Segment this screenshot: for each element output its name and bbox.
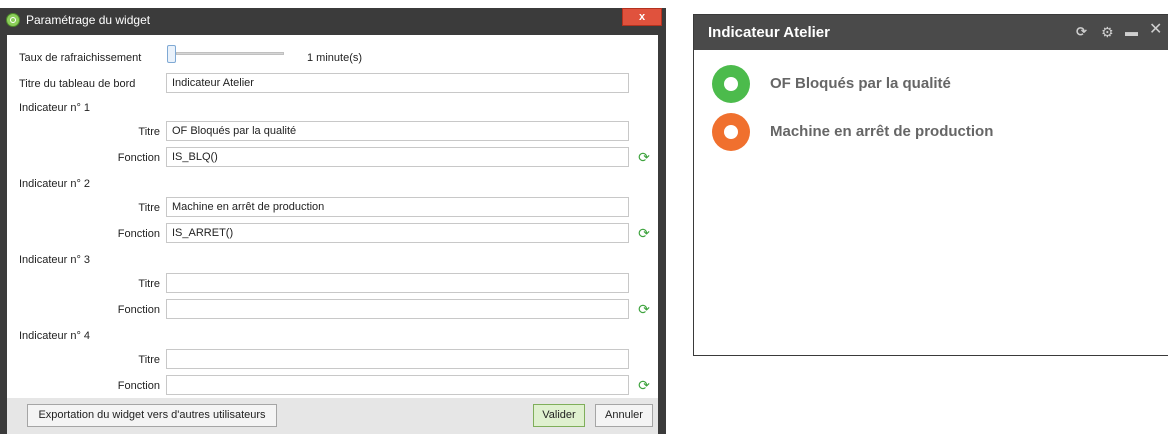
widget-indicator-1[interactable]: OF Bloqués par la qualité (712, 65, 1132, 105)
dialog-titlebar: Paramétrage du widget x (0, 8, 666, 32)
dialog-body: Taux de rafraichissement 1 minute(s) Tit… (7, 35, 658, 398)
indicator-1-function-field[interactable]: IS_BLQ() (166, 147, 629, 167)
dialog-footer: Exportation du widget vers d'autres util… (7, 398, 658, 434)
maximize-icon[interactable]: ▬ (1125, 24, 1138, 40)
status-dot-icon (712, 65, 750, 103)
indicator-1-heading: Indicateur n° 1 (19, 102, 91, 114)
gear-icon[interactable]: ⚙ (1101, 24, 1114, 40)
indicator-2-function-label: Fonction (117, 228, 160, 240)
export-widget-button[interactable]: Exportation du widget vers d'autres util… (27, 404, 277, 427)
settings-dialog: Paramétrage du widget x Taux de rafraich… (0, 8, 666, 434)
indicator-3-function-label: Fonction (117, 304, 160, 316)
dashboard-title-field[interactable]: Indicateur Atelier (166, 73, 629, 93)
refresh-icon[interactable]: ⟳ (1076, 24, 1087, 40)
indicator-2-heading: Indicateur n° 2 (19, 178, 91, 190)
refresh-icon[interactable]: ⟳ (637, 302, 651, 316)
status-dot-icon (712, 113, 750, 151)
validate-button[interactable]: Valider (533, 404, 585, 427)
refresh-icon[interactable]: ⟳ (637, 378, 651, 392)
widget-header: Indicateur Atelier ⟳ ⚙ ▬ ✕ (694, 15, 1168, 50)
indicator-widget: Indicateur Atelier ⟳ ⚙ ▬ ✕ OF Bloqués pa… (693, 14, 1168, 356)
indicator-2-title-field[interactable]: Machine en arrêt de production (166, 197, 629, 217)
indicator-4-title-field[interactable] (166, 349, 629, 369)
widget-indicator-2-label: Machine en arrêt de production (770, 123, 994, 140)
indicator-4-heading: Indicateur n° 4 (19, 330, 91, 342)
refresh-rate-label: Taux de rafraichissement (19, 52, 142, 64)
indicator-4-function-label: Fonction (117, 380, 160, 392)
close-icon[interactable]: ✕ (1149, 22, 1162, 38)
indicator-4-title-label: Titre (138, 354, 160, 366)
dialog-title: Paramétrage du widget (26, 13, 151, 27)
widget-indicator-1-label: OF Bloqués par la qualité (770, 75, 951, 92)
close-button[interactable]: x (622, 8, 662, 26)
app-icon (6, 13, 20, 27)
refresh-icon[interactable]: ⟳ (637, 150, 651, 164)
refresh-rate-slider-track[interactable] (176, 52, 284, 55)
widget-title: Indicateur Atelier (708, 24, 830, 41)
indicator-1-function-label: Fonction (117, 152, 160, 164)
widget-indicator-2[interactable]: Machine en arrêt de production (712, 113, 1132, 153)
dashboard-title-label: Titre du tableau de bord (19, 78, 136, 90)
indicator-3-heading: Indicateur n° 3 (19, 254, 91, 266)
indicator-3-title-field[interactable] (166, 273, 629, 293)
refresh-rate-slider-thumb[interactable] (167, 45, 176, 63)
indicator-1-title-label: Titre (138, 126, 160, 138)
cancel-button[interactable]: Annuler (595, 404, 653, 427)
refresh-rate-value: 1 minute(s) (307, 52, 363, 64)
indicator-4-function-field[interactable] (166, 375, 629, 395)
indicator-3-function-field[interactable] (166, 299, 629, 319)
refresh-icon[interactable]: ⟳ (637, 226, 651, 240)
indicator-2-function-field[interactable]: IS_ARRET() (166, 223, 629, 243)
indicator-2-title-label: Titre (138, 202, 160, 214)
indicator-3-title-label: Titre (138, 278, 160, 290)
indicator-1-title-field[interactable]: OF Bloqués par la qualité (166, 121, 629, 141)
